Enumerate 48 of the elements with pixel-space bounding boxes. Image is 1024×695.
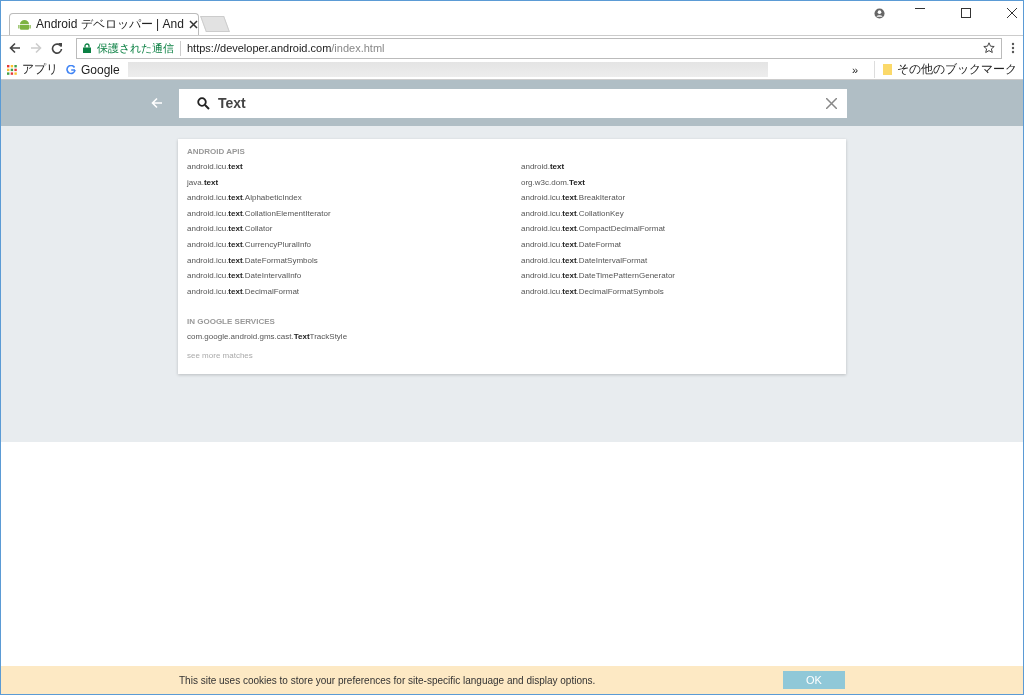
address-bar[interactable]: 保護された通信 https://developer.android.com/index.html — [76, 37, 1002, 59]
result-link[interactable]: android.icu.text.DateFormat — [521, 236, 837, 253]
search-icon — [197, 96, 210, 110]
search-bar[interactable]: Text — [179, 88, 847, 118]
section-heading: IN GOOGLE SERVICES — [187, 317, 276, 327]
result-link[interactable]: org.w3c.dom.Text — [521, 174, 837, 191]
apps-grid-icon — [7, 64, 17, 75]
bookmark[interactable]: アプリ — [7, 61, 58, 78]
secure-label: 保護された通信 — [97, 40, 181, 56]
result-link[interactable]: android.icu.text.CurrencyPluralInfo — [187, 236, 521, 253]
result-link[interactable]: android.icu.text.DateTimePatternGenerator — [521, 268, 837, 284]
back-icon[interactable] — [9, 42, 21, 54]
result-link[interactable]: android.icu.text.CompactDecimalFormat — [521, 221, 837, 237]
account-icon[interactable] — [874, 8, 885, 19]
result-link[interactable]: android.icu.text.DateIntervalInfo — [187, 268, 521, 284]
browser-tab[interactable]: Android デベロッパー | And — [9, 13, 199, 35]
result-link[interactable]: android.icu.text.DecimalFormatSymbols — [521, 283, 837, 300]
result-link[interactable]: android.icu.text.BreakIterator — [521, 190, 837, 206]
android-icon — [18, 18, 31, 31]
tab-title: Android デベロッパー | And — [36, 16, 184, 33]
other-bookmarks[interactable]: その他のブックマーク — [874, 61, 1017, 78]
result-link[interactable]: java.text — [187, 174, 521, 191]
result-link[interactable]: android.icu.text.Collator — [187, 221, 521, 237]
result-link[interactable]: android.icu.text.CollationKey — [521, 205, 837, 222]
google-g-icon — [66, 64, 76, 75]
cookie-message: This site uses cookies to store your preferences for site-specific language and display options. — [179, 674, 597, 686]
star-icon[interactable] — [983, 42, 995, 54]
close-icon[interactable] — [188, 20, 198, 29]
section-heading: ANDROID APIS — [187, 147, 246, 156]
bookmarks-overflow[interactable]: » — [851, 63, 858, 76]
minimize-icon[interactable] — [915, 8, 925, 10]
result-link[interactable]: android.icu.text — [187, 159, 521, 175]
folder-icon — [883, 64, 892, 75]
result-link[interactable]: android.icu.text.DecimalFormat — [187, 283, 521, 300]
bookmark[interactable]: Google — [66, 62, 120, 77]
result-link[interactable]: android.icu.text.AlphabeticIndex — [187, 190, 521, 206]
menu-icon[interactable] — [1011, 42, 1015, 54]
maximize-icon[interactable] — [961, 8, 971, 18]
result-link[interactable]: com.google.android.gms.cast.TextTrackStyle — [187, 329, 521, 345]
close-icon[interactable] — [1007, 8, 1017, 18]
result-link[interactable]: android.icu.text.CollationElementIterator — [187, 205, 521, 222]
url-text: https://developer.android.com/index.html — [187, 42, 385, 54]
result-link[interactable]: android.icu.text.DateFormatSymbols — [187, 252, 521, 269]
reload-icon[interactable] — [51, 42, 63, 54]
result-link[interactable]: android.text — [521, 159, 837, 175]
result-link[interactable]: android.icu.text.DateIntervalFormat — [521, 252, 837, 269]
lock-icon — [83, 43, 91, 53]
clear-icon[interactable] — [826, 97, 837, 109]
